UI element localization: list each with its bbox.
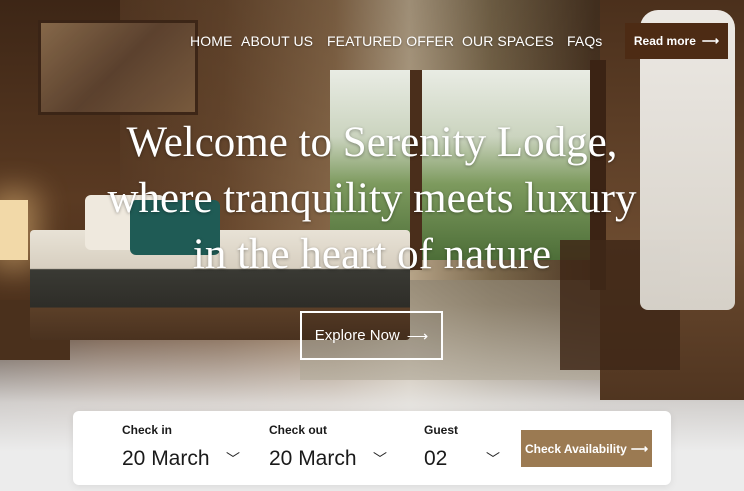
chevron-down-icon: ﹀ — [226, 451, 240, 467]
chevron-down-icon: ﹀ — [486, 451, 500, 467]
check-in-value: 20 March — [122, 447, 210, 470]
nav-about-us[interactable]: ABOUT US — [241, 33, 313, 49]
guest-field[interactable]: Guest 02 ﹀ — [424, 411, 509, 485]
guest-label: Guest — [424, 423, 459, 437]
headline-line: where tranquility meets luxury — [107, 175, 637, 222]
check-out-label: Check out — [269, 423, 328, 437]
bedside-lamp — [0, 200, 28, 260]
check-out-value: 20 March — [269, 447, 357, 470]
arrow-right-icon: ⟶ — [701, 34, 720, 48]
check-out-field[interactable]: Check out 20 March ﹀ — [269, 411, 399, 485]
nav-featured-offer[interactable]: FEATURED OFFER — [327, 33, 454, 49]
explore-now-label: Explore Now — [314, 327, 400, 344]
check-availability-button[interactable]: Check Availability ⟶ — [521, 430, 652, 467]
check-in-label: Check in — [122, 423, 173, 437]
read-more-label: Read more — [633, 34, 696, 48]
headline-line: in the heart of nature — [192, 231, 552, 278]
chevron-down-icon: ﹀ — [373, 451, 387, 467]
guest-value: 02 — [424, 447, 448, 470]
hero-headline: Welcome to Serenity Lodge, where tranqui… — [60, 115, 684, 283]
nav-home[interactable]: HOME — [190, 33, 232, 49]
booking-bar: Check in 20 March ﹀ Check out 20 March ﹀… — [73, 411, 671, 485]
arrow-right-icon: ⟶ — [630, 441, 649, 456]
nav-faqs[interactable]: FAQs — [567, 33, 602, 49]
nav-our-spaces[interactable]: OUR SPACES — [462, 33, 554, 49]
check-in-field[interactable]: Check in 20 March ﹀ — [122, 411, 252, 485]
check-availability-label: Check Availability — [524, 441, 627, 456]
headline-line: Welcome to Serenity Lodge, — [126, 119, 618, 166]
arrow-right-icon: ⟶ — [406, 327, 429, 345]
read-more-button[interactable]: Read more ⟶ — [625, 23, 728, 59]
explore-now-button[interactable]: Explore Now ⟶ — [300, 311, 443, 360]
